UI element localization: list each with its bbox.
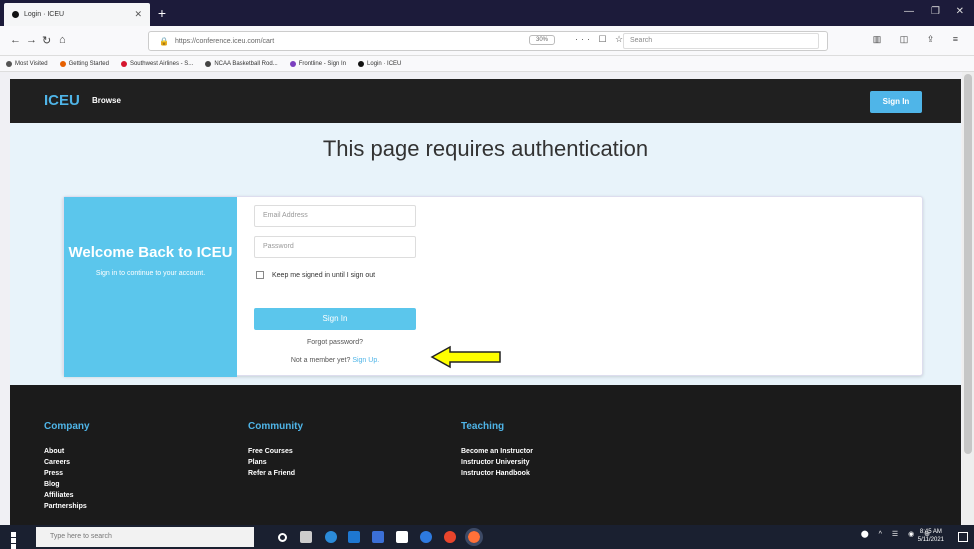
bookmark-icon	[289, 60, 296, 67]
bookmark-icon	[358, 60, 365, 67]
footer-teaching: Teaching Become an Instructor Instructor…	[461, 421, 533, 479]
footer-link[interactable]: Instructor University	[461, 457, 533, 468]
footer-heading: Community	[248, 421, 303, 432]
footer-community: Community Free Courses Plans Refer a Fri…	[248, 421, 303, 479]
keep-signed-in-label: Keep me signed in until I sign out	[272, 271, 376, 279]
keep-signed-in[interactable]: Keep me signed in until I sign out	[256, 271, 375, 279]
back-icon[interactable]: ←	[10, 34, 21, 46]
bookmark-icon	[120, 60, 127, 67]
footer-link[interactable]: Press	[44, 468, 90, 479]
scrollbar-thumb[interactable]	[964, 74, 972, 454]
close-tab-icon[interactable]: ✕	[134, 9, 142, 20]
search-input[interactable]: Search	[623, 33, 819, 49]
site-logo[interactable]: ICEU	[44, 92, 80, 109]
footer-heading: Teaching	[461, 421, 505, 432]
url-text: https://conference.iceu.com/cart	[174, 37, 275, 45]
bookmark-icon	[205, 60, 212, 67]
email-field[interactable]: Email Address	[254, 205, 416, 227]
store-icon[interactable]	[396, 531, 408, 543]
lock-icon: 🔒	[159, 36, 169, 46]
taskbar-search-input[interactable]: Type here to search	[36, 527, 254, 547]
footer-link[interactable]: Careers	[44, 457, 90, 468]
close-window-icon[interactable]: ✕	[956, 6, 964, 17]
not-member-text: Not a member yet? Sign Up.	[290, 357, 380, 364]
url-bar[interactable]: 🔒 https://conference.iceu.com/cart 30% ·…	[148, 31, 828, 51]
bookmark-item[interactable]: Frontline - Sign In	[289, 60, 346, 67]
cortana-icon[interactable]	[278, 533, 287, 542]
welcome-panel: Welcome Back to ICEU Sign in to continue…	[64, 197, 237, 377]
footer-link[interactable]: Free Courses	[248, 446, 303, 457]
taskbar-clock[interactable]: 8:45 AM 5/11/2021	[918, 528, 944, 544]
zoom-badge[interactable]: 30%	[529, 35, 556, 45]
browse-link[interactable]: Browse	[92, 96, 121, 105]
windows-taskbar: Type here to search ⬤ ^ ☰ ◉ ⊕ 8:45 AM 5/…	[0, 525, 974, 549]
forgot-password-link[interactable]: Forgot password?	[254, 339, 416, 346]
footer-link[interactable]: About	[44, 446, 90, 457]
header-sign-in-button[interactable]: Sign In	[870, 91, 922, 113]
footer-heading: Company	[44, 421, 90, 432]
bookmarks-bar: Most Visited Getting Started Southwest A…	[0, 56, 974, 72]
tab-title: Login · ICEU	[24, 11, 65, 18]
firefox-icon[interactable]	[465, 528, 483, 546]
browser-tab-bar: Login · ICEU ✕ + — ❐ ✕	[0, 0, 974, 26]
chrome-icon[interactable]	[444, 531, 456, 543]
footer-link[interactable]: Plans	[248, 457, 303, 468]
ie-icon[interactable]	[420, 531, 432, 543]
page-actions-icon[interactable]: ··· ☐ ☆	[575, 34, 626, 45]
bookmark-item[interactable]: Southwest Airlines - S...	[120, 60, 193, 67]
bookmark-item[interactable]: Login · ICEU	[358, 60, 401, 67]
bookmark-item[interactable]: NCAA Basketball Rod...	[205, 60, 278, 67]
windows-start-icon[interactable]	[11, 532, 22, 549]
footer-link[interactable]: Blog	[44, 479, 90, 490]
bookmark-icon	[6, 60, 12, 67]
welcome-title: Welcome Back to ICEU	[68, 244, 233, 261]
footer-link[interactable]: Partnerships	[44, 501, 90, 512]
annotation-arrow-icon	[430, 345, 501, 369]
browser-nav-bar: ← → ↻ ⌂ 🔒 https://conference.iceu.com/ca…	[0, 26, 974, 56]
bookmark-icon	[59, 60, 66, 67]
welcome-subtitle: Sign in to continue to your account.	[95, 270, 206, 277]
site-header: ICEU Browse Sign In	[10, 79, 961, 123]
keep-signed-in-checkbox[interactable]	[256, 271, 264, 279]
task-view-icon[interactable]	[300, 531, 312, 543]
bookmark-item[interactable]: Most Visited	[6, 60, 48, 67]
notification-icon[interactable]	[958, 532, 968, 542]
maximize-icon[interactable]: ❐	[931, 6, 940, 17]
footer-link[interactable]: Instructor Handbook	[461, 468, 533, 479]
home-icon[interactable]: ⌂	[59, 34, 66, 46]
site-footer: Company About Careers Press Blog Affilia…	[10, 385, 961, 525]
app-icon[interactable]	[372, 531, 384, 543]
mail-icon[interactable]	[348, 531, 360, 543]
toolbar-icons[interactable]: ▥ ◫ ⇪ ≡	[873, 34, 966, 45]
edge-icon[interactable]	[325, 531, 337, 543]
footer-link[interactable]: Affiliates	[44, 490, 90, 501]
sign-up-link[interactable]: Sign Up.	[352, 357, 379, 364]
minimize-icon[interactable]: —	[904, 6, 914, 17]
password-field[interactable]: Password	[254, 236, 416, 258]
footer-link[interactable]: Become an Instructor	[461, 446, 533, 457]
page-title: This page requires authentication	[322, 136, 649, 161]
browser-tab[interactable]: Login · ICEU ✕	[4, 3, 150, 26]
new-tab-button[interactable]: +	[152, 4, 172, 22]
page-scrollbar[interactable]	[962, 72, 974, 525]
sign-in-button[interactable]: Sign In	[254, 308, 416, 330]
footer-company: Company About Careers Press Blog Affilia…	[44, 421, 90, 512]
favicon-icon	[12, 11, 19, 18]
forward-icon[interactable]: →	[26, 34, 37, 46]
footer-link[interactable]: Refer a Friend	[248, 468, 303, 479]
reload-icon[interactable]: ↻	[42, 34, 51, 47]
bookmark-item[interactable]: Getting Started	[59, 60, 109, 67]
